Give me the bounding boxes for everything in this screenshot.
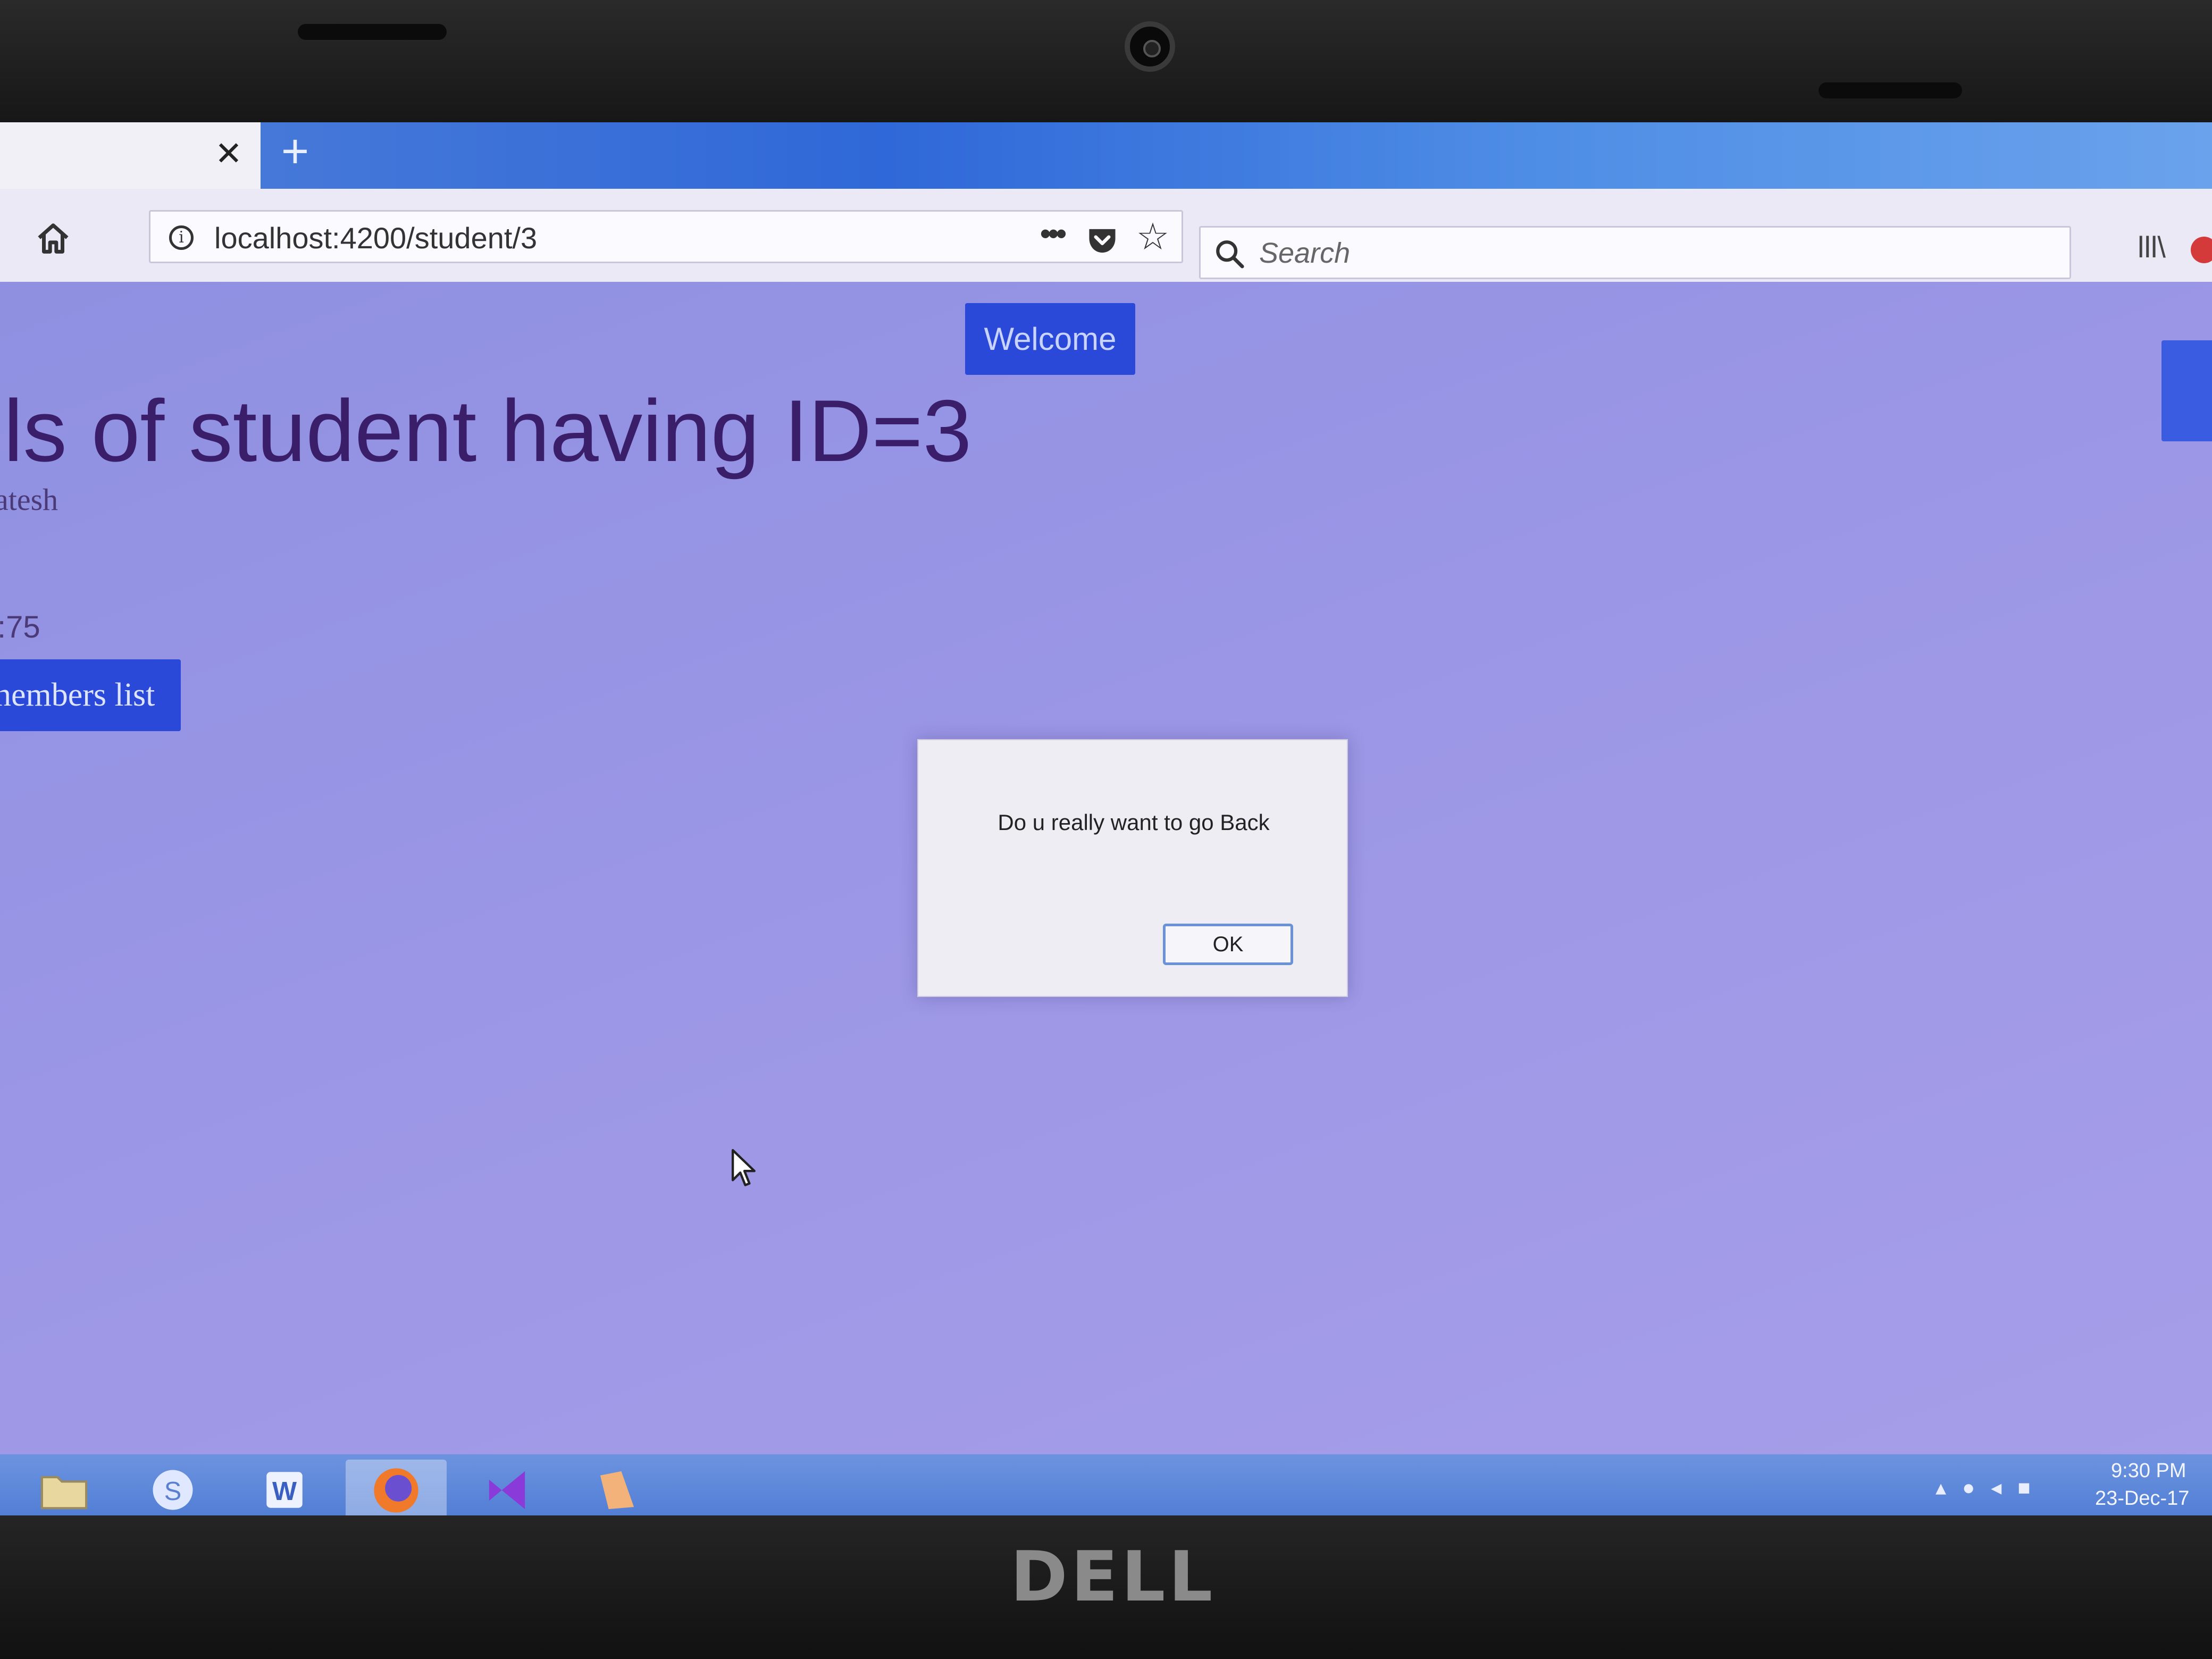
taskbar-firefox[interactable] [346,1460,447,1521]
taskbar: S W ▴●◂■ 9:30 PM 23-Dec-17 [0,1454,2212,1521]
taskbar-skype[interactable]: S [122,1460,223,1521]
student-name: atesh [0,482,58,517]
clock-time[interactable]: 9:30 PM [2111,1460,2186,1482]
system-tray: ▴●◂■ 9:30 PM 23-Dec-17 [1936,1454,2212,1521]
library-icon[interactable]: lll\ [2138,231,2169,263]
webcam [1125,21,1175,72]
alert-dialog: Do u really want to go Back OK [917,739,1348,997]
ok-button[interactable]: OK [1163,924,1293,965]
home-icon[interactable] [35,221,72,258]
app-icon [600,1471,634,1510]
mouse-cursor-icon [731,1149,756,1186]
search-placeholder: Search [1259,237,1351,269]
tab-bar: ✕ + [0,122,2212,189]
tray-icons[interactable]: ▴●◂■ [1936,1476,2046,1500]
new-tab-button[interactable]: + [274,128,316,175]
dialog-message: Do u really want to go Back [998,810,1270,835]
laptop-bezel-top [0,0,2212,133]
student-marks: :75 [0,610,40,644]
members-list-button[interactable]: nembers list [0,659,181,731]
page-content: Welcome ils of student having ID=3 atesh… [0,282,2212,1521]
svg-text:W: W [272,1477,297,1506]
clock-date[interactable]: 23-Dec-17 [2095,1487,2189,1510]
welcome-button[interactable]: Welcome [965,303,1135,375]
info-icon[interactable]: i [169,225,194,250]
search-icon [1216,240,1244,269]
taskbar-app[interactable] [566,1460,667,1521]
pocket-icon[interactable] [1086,227,1118,255]
taskbar-file-explorer[interactable] [13,1460,114,1521]
screen: ✕ + i localhost:4200/student/3 ••• ☆ Sea… [0,122,2212,1521]
dell-logo: DELL [1010,1536,1216,1617]
bezel-slot-right [1819,82,1962,98]
bezel-slot-left [298,24,447,40]
url-bar[interactable]: i localhost:4200/student/3 ••• ☆ [149,210,1183,263]
close-icon[interactable]: ✕ [210,136,247,173]
folder-icon [40,1476,88,1510]
word-icon: W [266,1472,303,1508]
navigation-toolbar: i localhost:4200/student/3 ••• ☆ Search … [0,189,2212,282]
skype-icon: S [153,1470,193,1510]
firefox-icon [374,1468,418,1513]
page-title: ils of student having ID=3 [0,382,972,480]
tab-active[interactable]: ✕ [0,122,261,189]
taskbar-word[interactable]: W [234,1460,335,1521]
taskbar-visual-studio[interactable] [457,1460,558,1521]
bookmark-star-icon[interactable]: ☆ [1134,218,1171,255]
more-actions-icon[interactable]: ••• [1033,218,1070,255]
side-button[interactable] [2161,340,2212,441]
url-text[interactable]: localhost:4200/student/3 [214,222,537,254]
adblock-icon[interactable] [2191,237,2212,263]
search-box[interactable]: Search [1199,226,2071,279]
svg-text:S: S [164,1477,182,1506]
visual-studio-icon [489,1471,525,1510]
